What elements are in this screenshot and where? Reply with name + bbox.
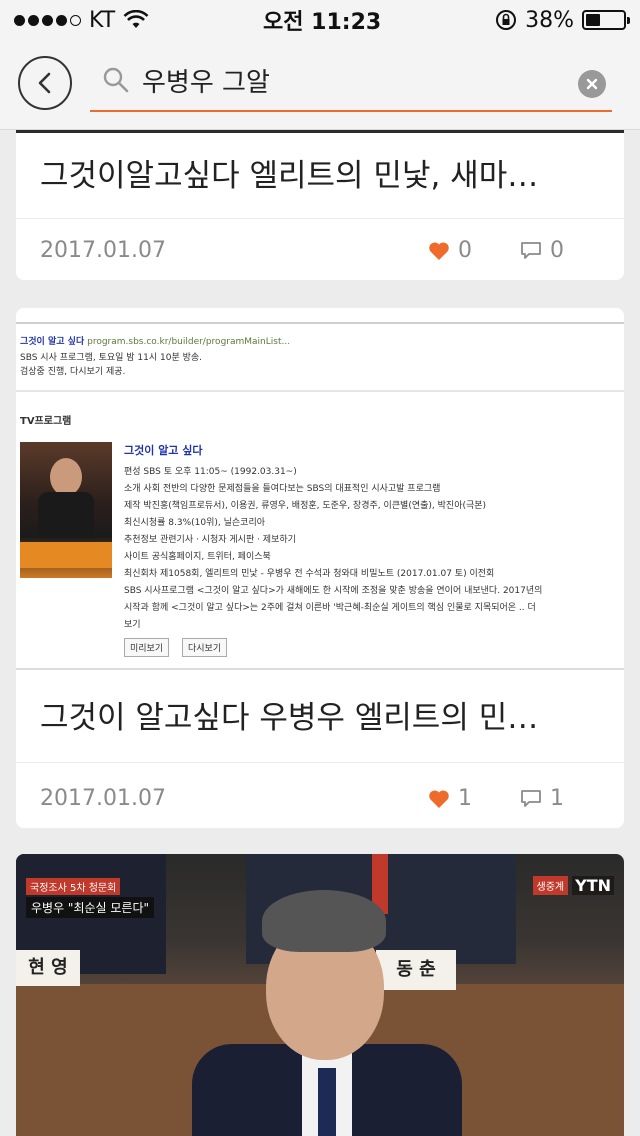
back-button[interactable] — [18, 56, 72, 110]
wifi-icon — [123, 10, 149, 28]
divider — [16, 322, 624, 324]
thumb-info-row: 최신회차 제1058회, 엘리트의 민낯 - 우병우 전 수석과 청와대 비밀노… — [124, 569, 495, 579]
clear-search-button[interactable] — [578, 70, 606, 98]
thumb-url: program.sbs.co.kr/builder/programMainLis… — [87, 337, 291, 347]
thumb-info-row: SBS 시사프로그램 <그것이 알고 싶다>가 새해에도 한 시작에 조정을 맞… — [124, 586, 543, 596]
person-hair — [262, 890, 386, 952]
like-count: 1 — [458, 786, 472, 811]
like-button[interactable]: 0 — [428, 238, 472, 263]
thumb-info-row: 편성 SBS 토 오후 11:05~ (1992.03.31~) — [124, 467, 297, 477]
card-title[interactable]: 그것이알고싶다 엘리트의 민낯, 새마… — [40, 150, 600, 195]
thumb-info-row: 시작과 함께 <그것이 알고 싶다>는 2주에 걸쳐 이른바 '박근혜-최순실 … — [124, 603, 536, 613]
battery-icon — [582, 10, 630, 30]
divider — [16, 218, 624, 219]
search-field[interactable] — [90, 54, 612, 112]
thumbnail-bottom-edge — [16, 130, 624, 133]
nameplate: 현 영 — [16, 950, 80, 986]
thumb-info-row: 추천정보 관련기사 · 시청자 게시판 · 제보하기 — [124, 535, 296, 545]
status-left: KT — [14, 8, 149, 33]
thumb-info-row: 제작 박진홍(책임프로듀서), 이용권, 류영우, 배정훈, 도준우, 장경주,… — [124, 501, 487, 511]
card-title[interactable]: 그것이 알고싶다 우병우 엘리트의 민… — [40, 692, 600, 737]
result-card[interactable]: 그것이 알고 싶다 program.sbs.co.kr/builder/prog… — [16, 308, 624, 828]
results-list: 그것이알고싶다 엘리트의 민낯, 새마… 2017.01.07 0 0 그것이 … — [0, 130, 640, 1136]
thumb-program-title: 그것이 알고 싶다 — [124, 444, 203, 457]
divider — [16, 668, 624, 670]
comment-count: 1 — [550, 786, 564, 811]
comment-count: 0 — [550, 238, 564, 263]
thumb-info-row: 보기 — [124, 620, 141, 630]
chevron-left-icon — [38, 72, 51, 94]
divider — [16, 762, 624, 763]
result-card[interactable]: 그것이알고싶다 엘리트의 민낯, 새마… 2017.01.07 0 0 — [16, 130, 624, 280]
carrier-label: KT — [89, 7, 116, 33]
thumb-section: TV프로그램 — [20, 416, 72, 427]
nameplate: 동 춘 — [376, 950, 456, 990]
card-thumbnail-photo[interactable]: 현 영 동 춘 국정조사 5차 청문회 우병우 "최순실 모른다" 생중계 YT… — [16, 854, 624, 1136]
card-date: 2017.01.07 — [40, 238, 166, 263]
like-count: 0 — [458, 238, 472, 263]
comment-button[interactable]: 0 — [520, 238, 564, 263]
clock: 오전 11:23 — [263, 10, 382, 35]
caption-main: 우병우 "최순실 모른다" — [26, 897, 155, 918]
comment-icon — [521, 789, 541, 807]
thumb-info-row: 소개 사회 전반의 다양한 문제점들을 들여다보는 SBS의 대표적인 시사고발… — [124, 484, 441, 494]
status-bar: KT 오전 11:23 38% — [0, 0, 640, 40]
comment-icon — [521, 241, 541, 259]
signal-icon — [14, 14, 81, 26]
like-button[interactable]: 1 — [428, 786, 472, 811]
broadcaster-badge: 생중계 YTN — [532, 876, 614, 895]
thumb-desc: SBS 시사 프로그램, 토요일 밤 11시 10분 방송. — [20, 353, 203, 363]
heart-icon — [429, 789, 449, 808]
card-date: 2017.01.07 — [40, 786, 166, 811]
caption-tag: 국정조사 5차 청문회 — [26, 878, 121, 895]
search-icon — [103, 67, 129, 93]
close-icon — [586, 78, 598, 90]
thumb-link-title: 그것이 알고 싶다 — [20, 337, 85, 347]
news-caption: 국정조사 5차 청문회 우병우 "최순실 모른다" — [26, 876, 155, 918]
live-badge: 생중계 — [532, 876, 569, 895]
person-tie — [318, 1068, 336, 1136]
thumb-desc: 검상중 진행, 다시보기 제공. — [20, 367, 126, 377]
card-thumbnail[interactable]: 그것이 알고 싶다 program.sbs.co.kr/builder/prog… — [16, 308, 624, 670]
divider — [16, 390, 624, 392]
thumb-link-row: 그것이 알고 싶다 program.sbs.co.kr/builder/prog… — [20, 334, 290, 347]
preview-button: 미리보기 — [124, 638, 170, 657]
search-header — [0, 40, 640, 130]
rotation-lock-icon — [496, 10, 517, 30]
battery-percent: 38% — [525, 7, 574, 33]
thumb-info-row: 최신시청률 8.3%(10위), 닐슨코리아 — [124, 518, 266, 528]
ytn-logo: YTN — [572, 876, 614, 895]
heart-icon — [429, 241, 449, 260]
search-input[interactable] — [142, 60, 562, 100]
comment-button[interactable]: 1 — [520, 786, 564, 811]
replay-button: 다시보기 — [182, 638, 228, 657]
status-right: 38% — [495, 7, 630, 33]
thumb-info-row: 사이트 공식홈페이지, 트위터, 페이스북 — [124, 552, 271, 562]
program-poster — [20, 442, 112, 578]
